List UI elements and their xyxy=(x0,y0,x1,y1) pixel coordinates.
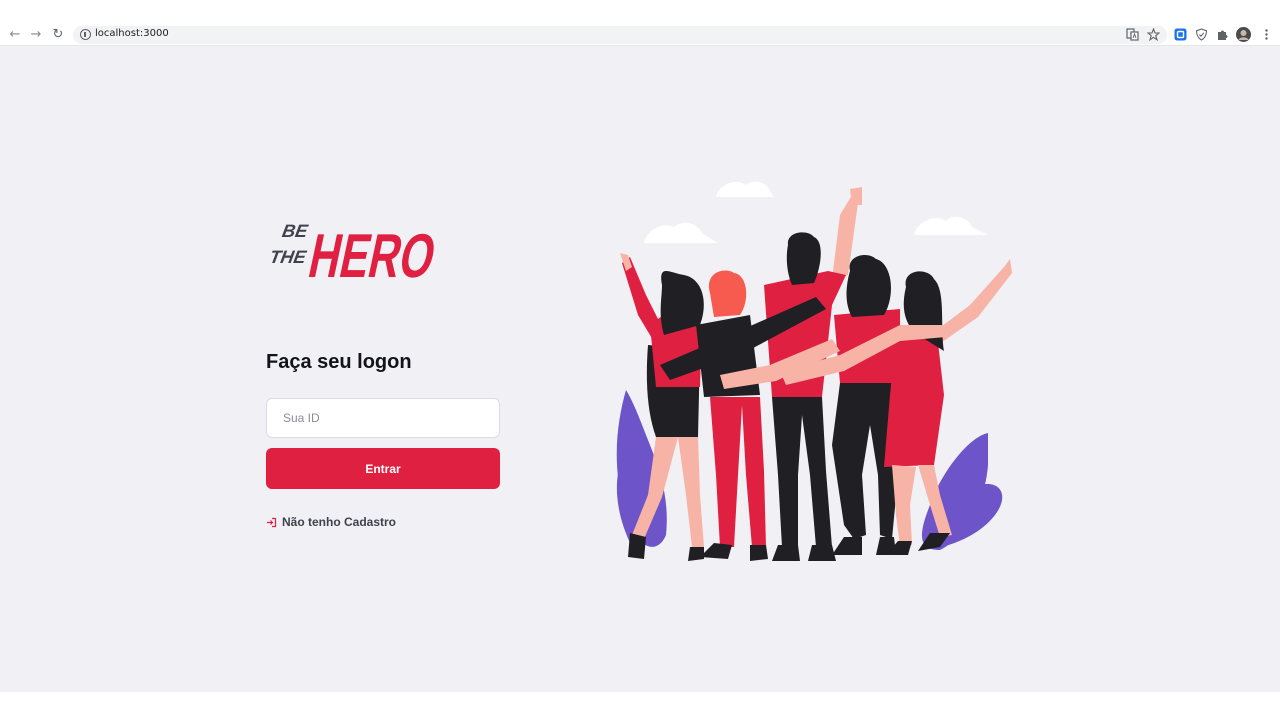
star-icon[interactable] xyxy=(1147,28,1160,41)
heroes-illustration xyxy=(616,181,1012,561)
browser-bottom-strip xyxy=(0,692,1280,720)
reload-icon[interactable]: ↻ xyxy=(50,27,66,43)
id-input[interactable] xyxy=(266,398,500,438)
back-icon[interactable]: ← xyxy=(7,27,23,43)
hero-person xyxy=(696,270,768,561)
puzzle-icon[interactable] xyxy=(1216,28,1229,41)
logo-hero-text: HERO xyxy=(303,222,436,285)
translate-icon[interactable] xyxy=(1126,28,1139,41)
page-title: Faça seu logon xyxy=(266,351,412,373)
register-link-label: Não tenho Cadastro xyxy=(282,515,397,529)
logo-be-text: BE xyxy=(281,221,310,241)
address-bar[interactable]: localhost:3000 xyxy=(73,26,1167,44)
browser-toolbar: ← → ↻ localhost:3000 xyxy=(0,24,1280,46)
logo-the-text: THE xyxy=(268,247,308,267)
login-button[interactable]: Entrar xyxy=(266,448,500,489)
cloud-icon xyxy=(644,181,988,243)
menu-dots-icon[interactable] xyxy=(1260,28,1273,41)
forward-icon[interactable]: → xyxy=(28,27,44,43)
profile-avatar[interactable] xyxy=(1236,27,1251,42)
register-link[interactable]: Não tenho Cadastro xyxy=(266,515,396,529)
info-icon[interactable] xyxy=(80,29,91,40)
extension-blue-icon[interactable] xyxy=(1174,28,1187,41)
shield-icon[interactable] xyxy=(1195,28,1208,41)
browser-tabstrip xyxy=(0,0,1280,27)
log-in-icon xyxy=(267,517,277,527)
url-text[interactable]: localhost:3000 xyxy=(95,28,169,39)
be-the-hero-logo: BE THE HERO xyxy=(268,221,436,285)
